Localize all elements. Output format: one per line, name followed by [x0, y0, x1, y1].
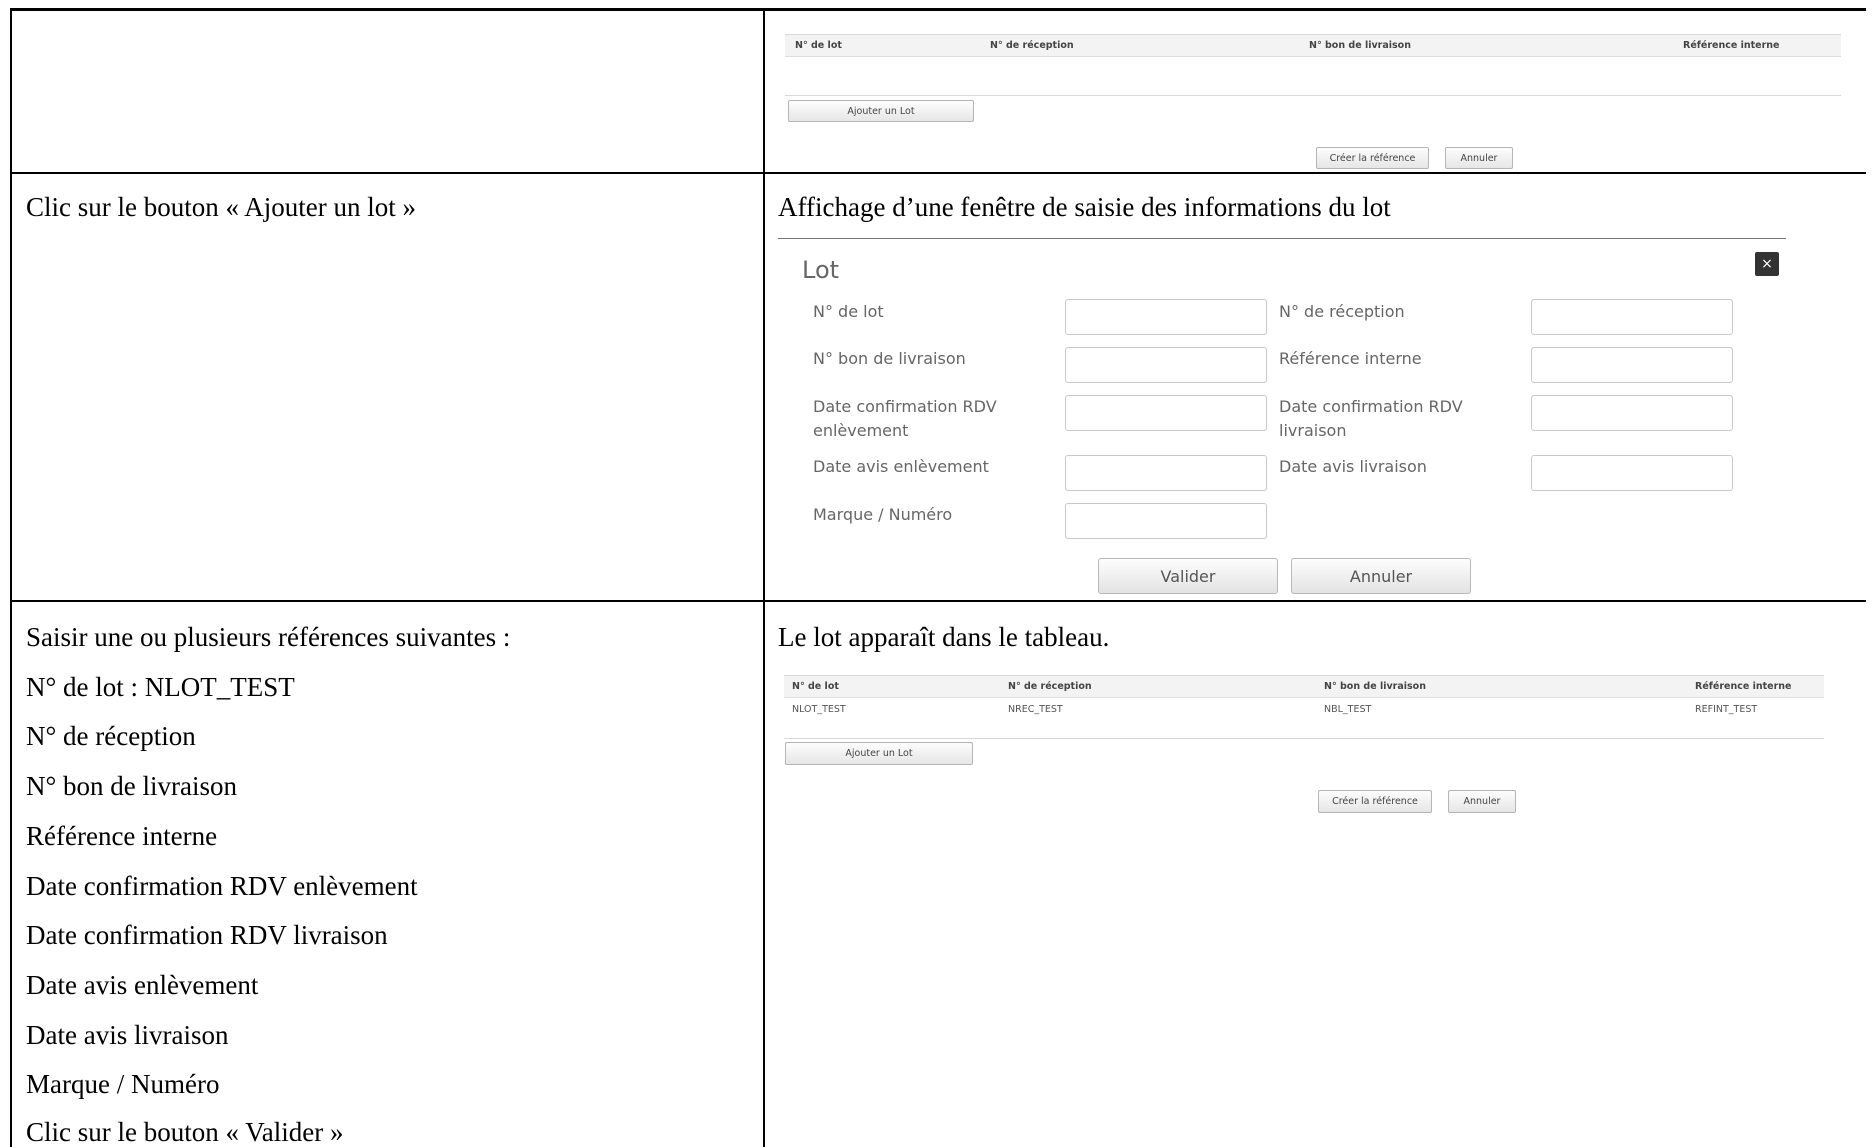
header-reception-number: N° de réception — [1008, 681, 1092, 692]
header-internal-reference: Référence interne — [1695, 681, 1792, 692]
label-brand-number: Marque / Numéro — [813, 505, 953, 524]
row3-action-line: N° de réception — [26, 721, 196, 751]
create-reference-button[interactable]: Créer la référence — [1318, 790, 1432, 813]
lot-table-filled: N° de lot N° de réception N° bon de livr… — [784, 675, 1824, 739]
row3-action-line: Date avis enlèvement — [26, 970, 259, 1000]
pickup-appointment-date-input[interactable] — [1065, 395, 1267, 431]
label-reception-number: N° de réception — [1279, 302, 1405, 321]
row-divider-2 — [10, 600, 1866, 602]
row3-action-line: Date avis livraison — [26, 1020, 229, 1050]
label-delivery-notice-date: Date avis livraison — [1279, 457, 1427, 476]
lot-table-empty: N° de lot N° de réception N° bon de livr… — [785, 34, 1841, 96]
table-column-divider — [763, 8, 765, 1147]
row3-action-line: N° de lot : NLOT_TEST — [26, 672, 295, 702]
label-pickup-notice-date: Date avis enlèvement — [813, 457, 989, 476]
header-delivery-note: N° bon de livraison — [1324, 681, 1426, 692]
row3-action-line: Référence interne — [26, 821, 218, 851]
row3-action-line: Saisir une ou plusieurs références suiva… — [26, 622, 511, 652]
cancel-button[interactable]: Annuler — [1448, 790, 1516, 813]
label-lot-number: N° de lot — [813, 302, 884, 321]
modal-title-divider — [778, 238, 1786, 239]
modal-cancel-button[interactable]: Annuler — [1291, 558, 1471, 594]
cell-reception-number: NREC_TEST — [1008, 704, 1063, 715]
header-delivery-note: N° bon de livraison — [1309, 40, 1411, 51]
label-internal-reference: Référence interne — [1279, 349, 1422, 368]
brand-number-input[interactable] — [1065, 503, 1267, 539]
add-lot-button[interactable]: Ajouter un Lot — [788, 100, 974, 122]
header-reception-number: N° de réception — [990, 40, 1074, 51]
row3-action-line: Marque / Numéro — [26, 1069, 220, 1099]
row2-action-text: Clic sur le bouton « Ajouter un lot » — [26, 192, 416, 222]
modal-title: Lot — [802, 256, 840, 284]
close-icon[interactable]: × — [1755, 252, 1779, 276]
add-lot-button[interactable]: Ajouter un Lot — [785, 742, 973, 765]
internal-reference-input[interactable] — [1531, 347, 1733, 383]
cell-delivery-note: NBL_TEST — [1324, 704, 1372, 715]
lot-table-header: N° de lot N° de réception N° bon de livr… — [784, 676, 1824, 698]
row3-action-line: Date confirmation RDV livraison — [26, 920, 388, 950]
row3-action-line: Date confirmation RDV enlèvement — [26, 871, 418, 901]
label-delivery-note: N° bon de livraison — [813, 349, 966, 368]
create-reference-button[interactable]: Créer la référence — [1316, 147, 1429, 169]
lot-table-header: N° de lot N° de réception N° bon de livr… — [785, 35, 1841, 57]
pickup-notice-date-input[interactable] — [1065, 455, 1267, 491]
row2-result-text: Affichage d’une fenêtre de saisie des in… — [778, 192, 1391, 222]
label-delivery-appointment-date: Date confirmation RDV livraison — [1279, 397, 1463, 440]
row3-action-line: N° bon de livraison — [26, 771, 238, 801]
validate-button[interactable]: Valider — [1098, 558, 1278, 594]
row-divider-1 — [10, 172, 1866, 174]
cell-internal-reference: REFINT_TEST — [1695, 704, 1758, 715]
delivery-notice-date-input[interactable] — [1531, 455, 1733, 491]
row3-action-line: Clic sur le bouton « Valider » — [26, 1117, 344, 1147]
cell-lot-number: NLOT_TEST — [792, 704, 846, 715]
reception-number-input[interactable] — [1531, 299, 1733, 335]
cancel-button[interactable]: Annuler — [1445, 147, 1513, 169]
table-border-left — [10, 8, 12, 1147]
delivery-appointment-date-input[interactable] — [1531, 395, 1733, 431]
table-border-top — [10, 8, 1866, 11]
row3-result-text: Le lot apparaît dans le tableau. — [778, 622, 1110, 652]
header-lot-number: N° de lot — [795, 40, 842, 51]
label-pickup-appointment-date: Date confirmation RDV enlèvement — [813, 397, 997, 440]
lot-number-input[interactable] — [1065, 299, 1267, 335]
header-lot-number: N° de lot — [792, 681, 839, 692]
delivery-note-input[interactable] — [1065, 347, 1267, 383]
header-internal-reference: Référence interne — [1683, 40, 1780, 51]
